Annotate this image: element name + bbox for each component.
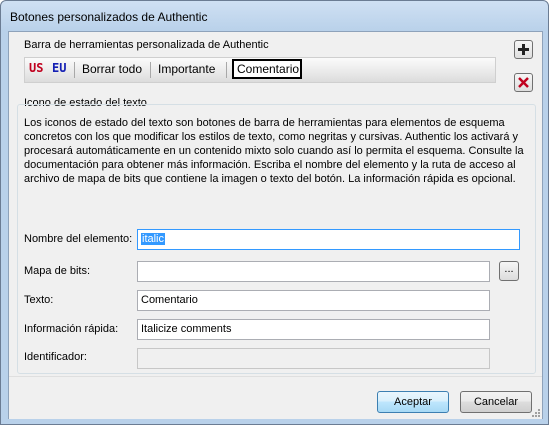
dialog-window: Botones personalizados de Authentic Barr… (0, 0, 549, 425)
text-input[interactable]: Comentario (137, 290, 490, 311)
cancel-button[interactable]: Cancelar (460, 391, 532, 413)
button-bar: Aceptar Cancelar (9, 376, 542, 419)
plus-icon (518, 44, 529, 55)
identifier-input (137, 348, 490, 369)
us-button[interactable]: US (29, 61, 43, 75)
toolbar-group-label: Barra de herramientas personalizada de A… (24, 39, 269, 51)
delete-button[interactable] (514, 73, 533, 92)
bitmap-label: Mapa de bits: (24, 265, 91, 277)
important-button[interactable]: Importante (158, 61, 215, 77)
add-button[interactable] (514, 40, 533, 59)
window-title: Botones personalizados de Authentic (10, 10, 208, 24)
element-name-input[interactable]: italic (137, 229, 520, 250)
text-label: Texto: (24, 294, 54, 306)
tooltip-label: Información rápida: (24, 323, 119, 335)
clear-all-button[interactable]: Borrar todo (82, 61, 142, 77)
toolbar-separator (74, 62, 75, 78)
bitmap-input[interactable] (137, 261, 490, 282)
browse-button[interactable]: ... (499, 261, 519, 281)
tooltip-input[interactable]: Italicize comments (137, 319, 490, 340)
dialog-client: Barra de herramientas personalizada de A… (8, 31, 543, 419)
delete-x-icon (518, 77, 529, 88)
custom-toolbar: US EU Borrar todo Importante Comentario (24, 57, 496, 83)
title-bar[interactable]: Botones personalizados de Authentic (1, 1, 548, 31)
status-description: Los iconos de estado del texto son boton… (24, 117, 524, 185)
element-name-label: Nombre del elemento: (24, 233, 133, 245)
ok-button[interactable]: Aceptar (377, 391, 449, 413)
eu-button[interactable]: EU (52, 61, 66, 75)
toolbar-separator (226, 62, 227, 78)
toolbar-separator (150, 62, 151, 78)
comment-button[interactable]: Comentario (232, 59, 302, 79)
identifier-label: Identificador: (24, 351, 87, 363)
element-name-value: italic (141, 233, 166, 245)
resize-grip-icon[interactable] (531, 408, 541, 418)
